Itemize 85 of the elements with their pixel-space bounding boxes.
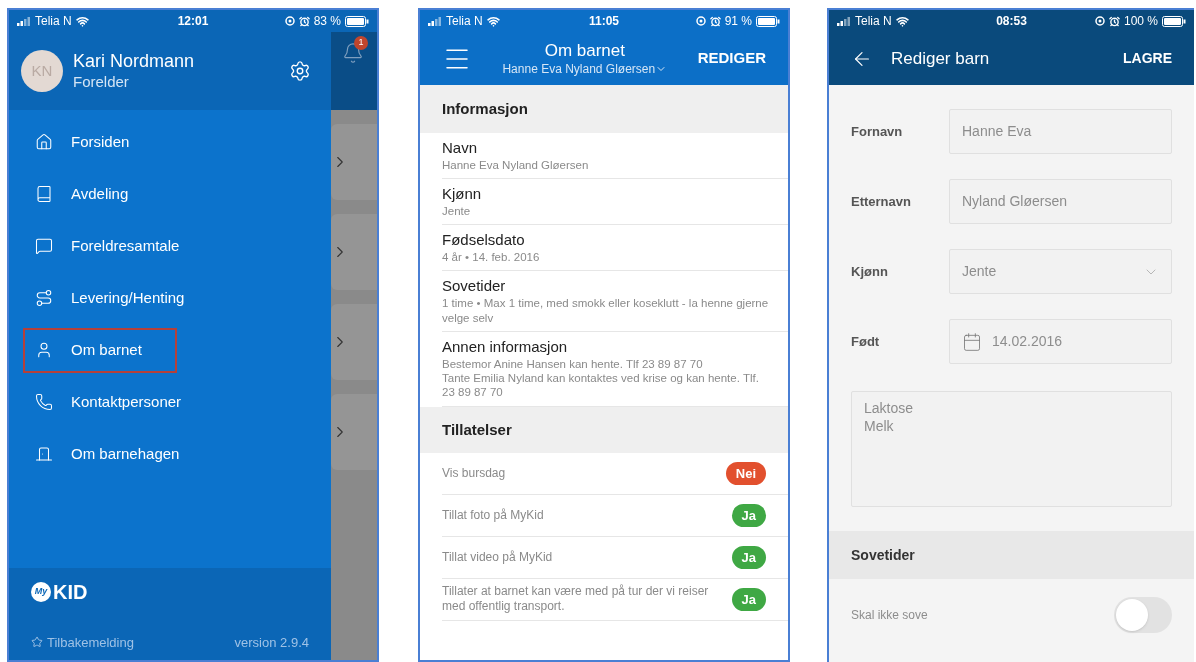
info-label: Navn: [442, 139, 479, 158]
door-icon: [35, 445, 53, 463]
status-time: 12:01: [176, 13, 210, 30]
info-label: Fødselsdato: [442, 231, 526, 250]
permission-label: Tillat video på MyKid: [442, 549, 554, 565]
person-icon: [35, 341, 53, 359]
info-value: 4 år • 14. feb. 2016: [442, 250, 541, 265]
battery-percent: 91 %: [724, 13, 752, 30]
text-field[interactable]: Hanne Eva: [949, 109, 1172, 154]
battery-percent: 100 %: [1123, 13, 1158, 30]
battery-icon: [1162, 15, 1186, 27]
wifi-icon: [75, 14, 89, 28]
battery-percent: 83 %: [313, 13, 341, 30]
section-header: Sovetider: [829, 531, 1194, 579]
date-field[interactable]: 14.02.2016: [949, 319, 1172, 364]
calendar-icon: [962, 331, 982, 352]
status-time: 08:53: [995, 13, 1028, 30]
carrier-name: Telia N: [855, 13, 892, 30]
screen-title: Om barnet: [544, 40, 625, 62]
toggle-label: Skal ikke sove: [851, 607, 929, 624]
section-header: Tillatelser: [420, 406, 788, 453]
house-icon: [35, 133, 53, 151]
info-value: Hanne Eva Nyland Gløersen: [442, 157, 590, 173]
settings-icon[interactable]: [289, 60, 311, 82]
alarm-icon: [298, 15, 310, 27]
info-label: Kjønn: [442, 185, 483, 204]
permission-label: Tillater at barnet kan være med på tur der vi reiser med offentlig transport.: [442, 584, 710, 615]
save-button[interactable]: LAGRE: [1123, 48, 1172, 69]
battery-icon: [756, 15, 780, 27]
info-label: Annen informasjon: [442, 337, 569, 357]
permission-badge: Ja: [731, 587, 766, 611]
feedback-link[interactable]: Tilbakemelding: [47, 632, 235, 652]
alarm-icon: [1108, 15, 1120, 27]
star-icon: [31, 636, 43, 649]
menu-item[interactable]: Avdeling: [23, 171, 177, 217]
permission-badge: Ja: [731, 503, 766, 527]
carrier-name: Telia N: [35, 13, 72, 30]
phone-icon: [35, 393, 53, 411]
info-value: Bestemor Anine Hansen kan hente. Tlf 23 89 87 70 Tante Emilia Nyland kan kontaktes ved krise og kan hente. Tlf. 23 89 87 70: [442, 356, 760, 400]
rotation-lock-icon: [1094, 16, 1105, 26]
route-icon: [35, 289, 53, 307]
battery-icon: [345, 15, 369, 27]
menu-item[interactable]: Forsiden: [23, 119, 177, 165]
section-header: Informasjon: [420, 85, 788, 133]
menu-item[interactable]: Foreldresamtale: [23, 223, 196, 269]
info-value: Jente: [442, 203, 472, 219]
wifi-icon: [895, 14, 909, 28]
signal-icon: [428, 16, 442, 26]
wifi-icon: [486, 14, 500, 28]
signal-icon: [17, 16, 31, 26]
user-role: Forelder: [73, 72, 130, 92]
chat-bubble-icon: [35, 237, 53, 255]
carrier-name: Telia N: [446, 13, 483, 30]
text-field[interactable]: Nyland Gløersen: [949, 179, 1172, 224]
user-name: Kari Nordmann: [73, 50, 196, 73]
toggle-switch[interactable]: [1114, 597, 1172, 633]
field-label: Fornavn: [851, 122, 904, 141]
book-icon: [35, 185, 53, 203]
permission-badge: Nei: [725, 461, 766, 485]
field-label: Kjønn: [851, 262, 889, 281]
field-label: Født: [851, 332, 881, 351]
status-time: 11:05: [588, 13, 620, 30]
dropdown-field[interactable]: Jente: [949, 249, 1172, 294]
edit-button[interactable]: REDIGER: [697, 47, 766, 70]
version-text: version 2.9.4: [234, 633, 309, 652]
screen-title: Rediger barn: [891, 47, 991, 70]
logo-text: KID: [53, 582, 88, 602]
permission-label: Tillat foto på MyKid: [442, 507, 545, 523]
logo-badge: My: [31, 582, 51, 602]
menu-item[interactable]: Kontaktpersoner: [23, 379, 198, 425]
info-label: Sovetider: [442, 277, 507, 297]
child-selector[interactable]: Hanne Eva Nyland Gløersen: [502, 61, 656, 77]
menu-item[interactable]: Om barnet: [23, 327, 177, 373]
menu-item[interactable]: Om barnehagen: [23, 431, 196, 477]
field-label: Etternavn: [851, 192, 912, 211]
notification-badge: 1: [354, 36, 368, 50]
notes-field[interactable]: Laktose Melk: [851, 391, 1172, 507]
rotation-lock-icon: [284, 16, 295, 26]
info-value: 1 time • Max 1 time, med smokk eller koseklutt - la henne gjerne velge selv: [442, 296, 770, 325]
alarm-icon: [709, 15, 721, 27]
signal-icon: [837, 16, 851, 26]
permission-label: Vis bursdag: [442, 465, 507, 481]
menu-item[interactable]: Levering/Henting: [23, 275, 201, 321]
permission-badge: Ja: [731, 545, 766, 569]
rotation-lock-icon: [695, 16, 706, 26]
